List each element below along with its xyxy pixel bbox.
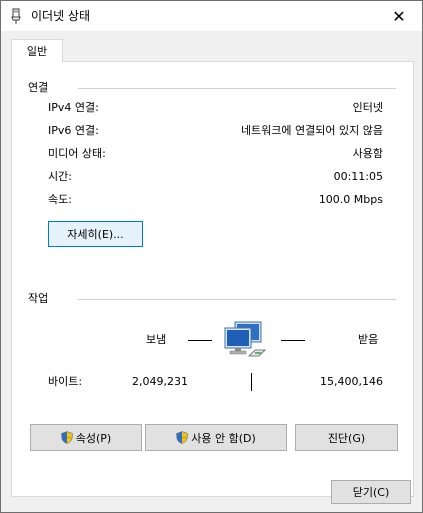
media-state-label: 미디어 상태: xyxy=(48,147,106,160)
properties-button-label: 속성(P) xyxy=(75,431,112,445)
activity-group-divider xyxy=(78,299,396,300)
disable-button[interactable]: 사용 안 함(D) xyxy=(145,424,287,451)
ipv6-connection-label: IPv6 연결: xyxy=(48,124,99,137)
window-title: 이더넷 상태 xyxy=(31,9,91,23)
details-button-label: 자세히(E)... xyxy=(67,228,124,241)
duration-label: 시간: xyxy=(48,170,72,183)
close-window-button[interactable]: ✕ xyxy=(376,1,422,31)
general-tab-panel: 연결 IPv4 연결: 인터넷 IPv6 연결: 네트워크에 연결되어 있지 않… xyxy=(11,61,414,497)
bytes-received-value: 15,400,146 xyxy=(320,375,383,388)
disable-button-label: 사용 안 함(D) xyxy=(191,431,256,445)
network-computers-icon xyxy=(224,321,266,357)
dialog-body: 일반 연결 IPv4 연결: 인터넷 IPv6 연결: 네트워크에 연결되어 있… xyxy=(1,31,422,512)
sent-dash xyxy=(188,340,212,341)
bytes-label: 바이트: xyxy=(48,375,83,388)
speed-value: 100.0 Mbps xyxy=(318,193,383,206)
ipv6-connection-value: 네트워크에 연결되어 있지 않음 xyxy=(240,124,383,137)
close-icon: ✕ xyxy=(392,6,406,26)
ipv4-connection-label: IPv4 연결: xyxy=(48,101,99,114)
media-state-value: 사용함 xyxy=(352,147,383,160)
activity-group-title: 작업 xyxy=(28,292,49,306)
received-dash xyxy=(281,340,305,341)
duration-value: 00:11:05 xyxy=(333,170,383,183)
close-button-label: 닫기(C) xyxy=(352,486,390,499)
tab-general[interactable]: 일반 xyxy=(11,39,63,62)
ethernet-status-window: 이더넷 상태 ✕ 일반 연결 IPv4 연결: 인터넷 IPv6 연결: 네트워… xyxy=(0,0,423,513)
sent-label: 보냄 xyxy=(146,333,167,346)
properties-button[interactable]: 속성(P) xyxy=(30,424,142,451)
uac-shield-icon xyxy=(176,431,189,444)
ipv4-connection-value: 인터넷 xyxy=(352,101,383,114)
speed-label: 속도: xyxy=(48,193,72,206)
network-adapter-icon xyxy=(11,8,21,24)
diagnose-button-label: 진단(G) xyxy=(327,431,366,445)
title-bar: 이더넷 상태 ✕ xyxy=(1,1,422,31)
connection-group-title: 연결 xyxy=(28,81,49,95)
details-button[interactable]: 자세히(E)... xyxy=(48,221,143,247)
diagnose-button[interactable]: 진단(G) xyxy=(295,424,398,451)
close-button[interactable]: 닫기(C) xyxy=(331,480,411,504)
received-label: 받음 xyxy=(358,333,379,346)
connection-group-divider xyxy=(78,88,396,89)
bytes-sent-value: 2,049,231 xyxy=(132,375,188,388)
uac-shield-icon xyxy=(60,431,73,444)
bytes-separator xyxy=(251,373,252,391)
